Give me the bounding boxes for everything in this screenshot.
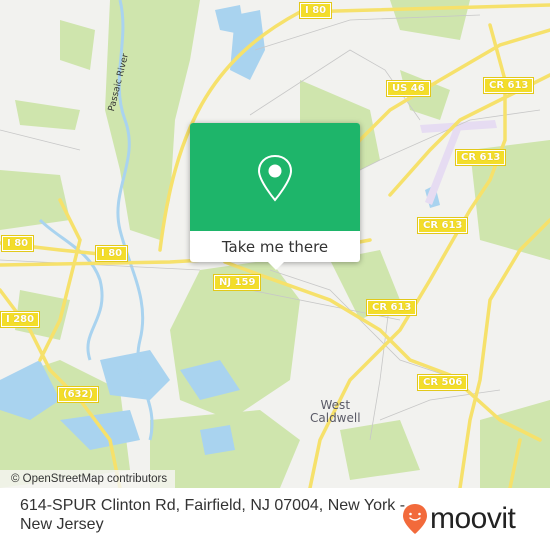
location-pin-icon: [257, 154, 293, 202]
road-shield-us46: US 46: [386, 80, 431, 97]
road-shield-i80: I 80: [94, 245, 129, 262]
road-shield-nj159: NJ 159: [212, 274, 262, 291]
road-shield-cr613: CR 613: [365, 299, 418, 316]
place-label-west-caldwell: West Caldwell: [310, 399, 361, 425]
popup-header: [190, 123, 360, 231]
road-shield-i80: I 80: [0, 235, 35, 252]
map-view[interactable]: Passaic River I 80 US 46 CR 613 CR 613 C…: [0, 0, 550, 488]
moovit-pin-logo-icon: [403, 504, 427, 534]
road-shield-632: (632): [56, 386, 100, 403]
address-text: 614-SPUR Clinton Rd, Fairfield, NJ 07004…: [20, 497, 406, 533]
map-attribution[interactable]: © OpenStreetMap contributors: [0, 470, 176, 488]
road-shield-cr613: CR 613: [416, 217, 469, 234]
popup-pointer: [268, 262, 284, 270]
road-shield-cr613: CR 613: [454, 149, 507, 166]
location-popup[interactable]: Take me there: [190, 123, 360, 270]
road-shield-cr506: CR 506: [416, 374, 469, 391]
place-label-line: Caldwell: [310, 411, 361, 425]
road-shield-i280: I 280: [0, 311, 41, 328]
moovit-logo[interactable]: moovit: [402, 502, 516, 536]
road-shield-cr613: CR 613: [482, 77, 535, 94]
moovit-wordmark: moovit: [430, 502, 516, 535]
take-me-there-button[interactable]: Take me there: [190, 231, 360, 262]
road-shield-i80: I 80: [298, 2, 333, 19]
